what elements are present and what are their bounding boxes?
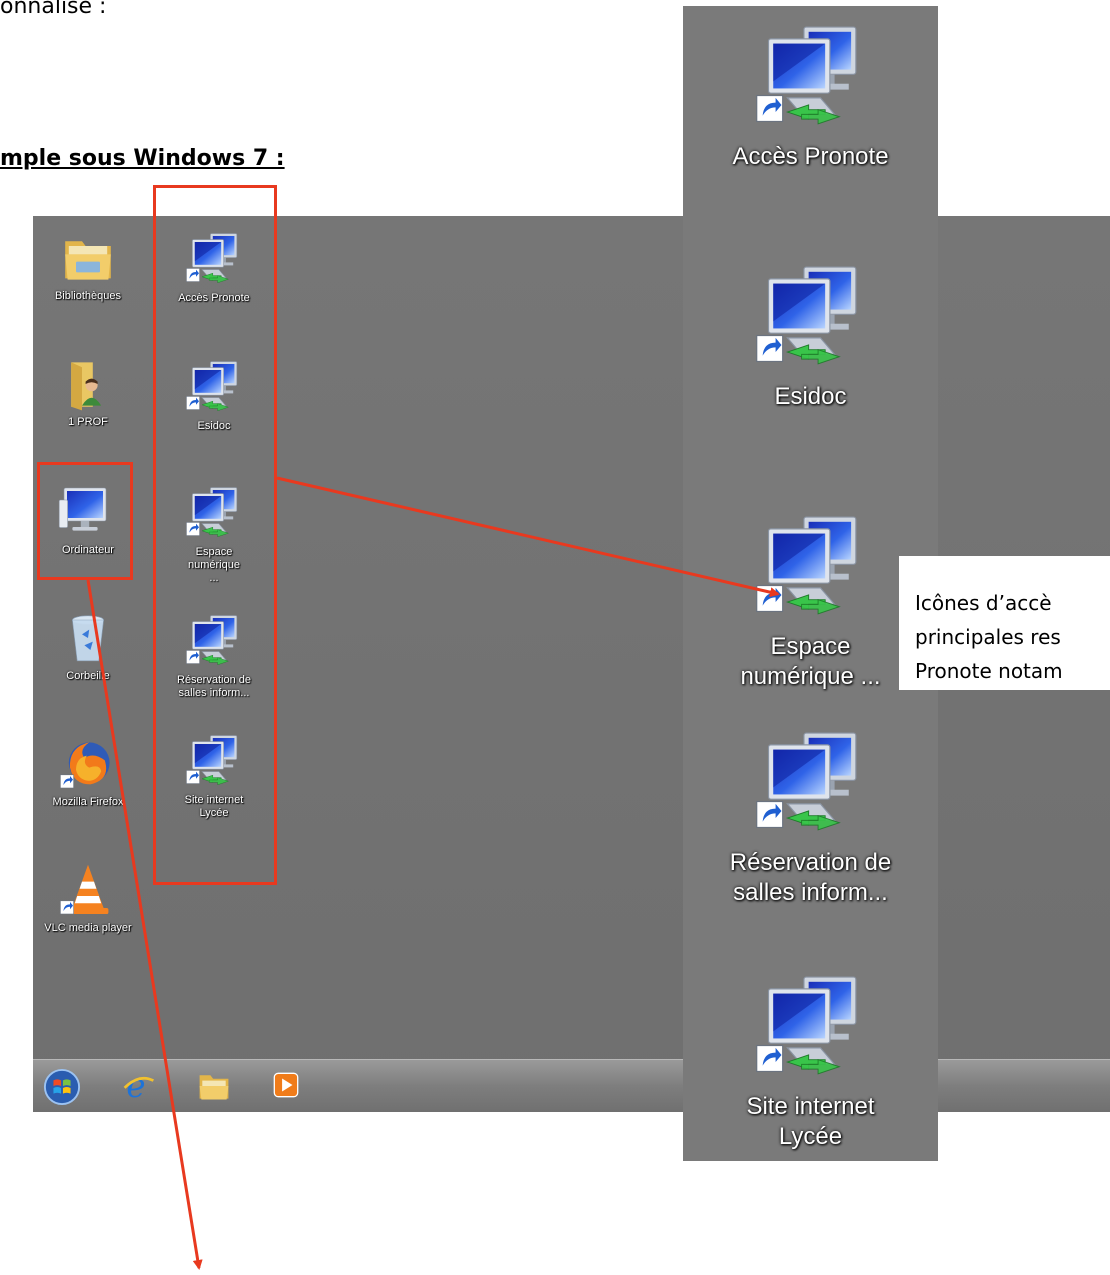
arrow-to-zoom [276, 476, 780, 598]
annotation-arrows [86, 476, 780, 1270]
arrow-down [86, 579, 203, 1270]
